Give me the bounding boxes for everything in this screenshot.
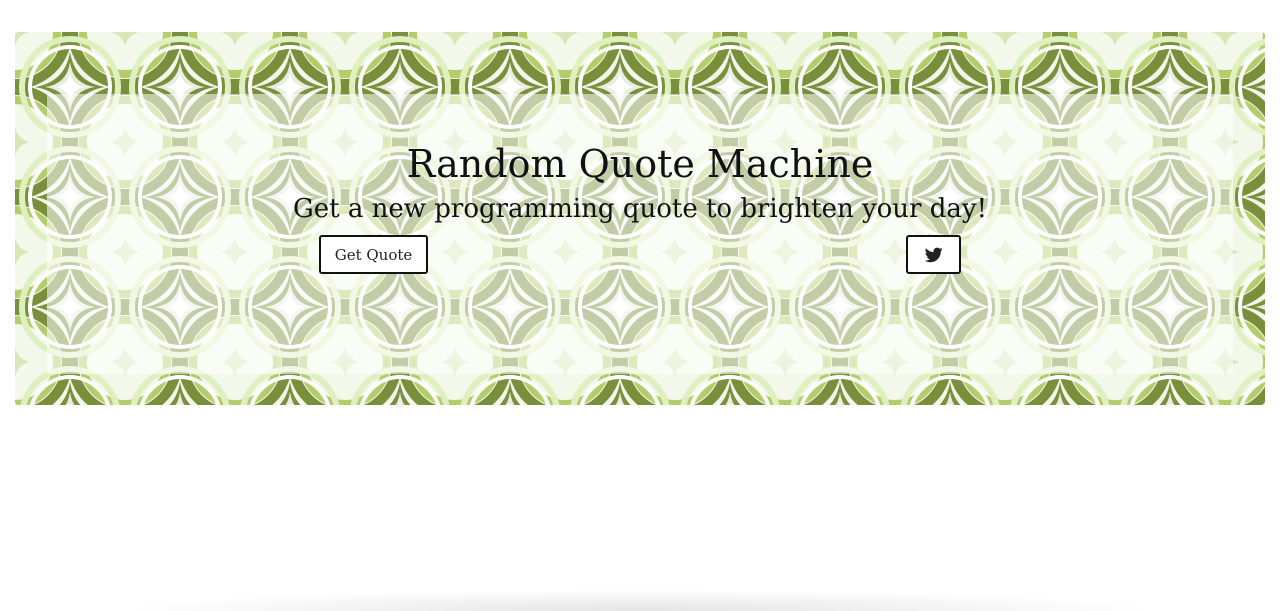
hero-banner: Random Quote Machine Get a new programmi… [15,32,1265,405]
twitter-icon [924,247,943,263]
tweet-button[interactable] [906,235,961,274]
hero-content: Random Quote Machine Get a new programmi… [15,32,1265,405]
page-subtitle: Get a new programming quote to brighten … [292,194,988,224]
page: Random Quote Machine Get a new programmi… [0,0,1280,611]
page-title: Random Quote Machine [406,142,874,186]
get-quote-button[interactable]: Get Quote [319,235,428,274]
card-shadow [120,590,1160,611]
